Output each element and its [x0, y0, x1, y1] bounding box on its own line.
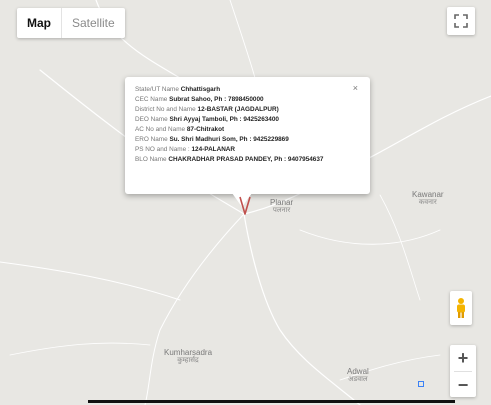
place-name: Planar	[270, 198, 294, 207]
info-label: PS NO and Name :	[135, 146, 192, 153]
info-row-state: State/UT Name Chhattisgarh	[135, 85, 362, 95]
road	[144, 213, 245, 405]
close-icon[interactable]: ×	[353, 83, 358, 93]
info-value: 12-BASTAR (JAGDALPUR)	[197, 106, 279, 113]
road	[9, 342, 151, 356]
info-row-ps: PS NO and Name : 124-PALANAR	[135, 145, 362, 155]
info-value: CHAKRADHAR PRASAD PANDEY, Ph : 940795463…	[168, 156, 324, 163]
footer-bar	[88, 400, 455, 403]
map-pin-icon[interactable]	[239, 196, 251, 216]
place-name-local: अडवाल	[348, 376, 368, 383]
map-canvas[interactable]: Map Satellite × State/UT Name Chhattisga…	[0, 0, 491, 405]
place-name-local: पलनार	[272, 207, 291, 214]
info-row-deo: DEO Name Shri Ayyaj Tamboli, Ph : 942526…	[135, 115, 362, 125]
place-label-adwal: Adwal अडवाल	[347, 368, 369, 384]
road	[299, 229, 441, 245]
fullscreen-button[interactable]	[447, 7, 475, 35]
fullscreen-icon	[454, 14, 468, 28]
street-view-button[interactable]	[450, 291, 472, 325]
road	[0, 261, 181, 301]
info-row-cec: CEC Name Subrat Sahoo, Ph : 7898450000	[135, 95, 362, 105]
info-row-ac: AC No and Name 87-Chitrakot	[135, 125, 362, 135]
info-row-ero: ERO Name Su. Shri Madhuri Som, Ph : 9425…	[135, 135, 362, 145]
zoom-control: + −	[450, 345, 476, 397]
info-label: CEC Name	[135, 96, 170, 103]
map-type-satellite-button[interactable]: Satellite	[61, 8, 125, 38]
info-label: District No and Name	[135, 106, 198, 113]
map-type-control: Map Satellite	[17, 8, 125, 38]
info-label: BLO Name	[135, 156, 169, 163]
info-label: AC No and Name	[135, 126, 187, 133]
info-label: State/UT Name	[135, 86, 181, 93]
map-type-map-button[interactable]: Map	[17, 8, 61, 38]
zoom-in-button[interactable]: +	[450, 345, 476, 371]
info-row-blo: BLO Name CHAKRADHAR PRASAD PANDEY, Ph : …	[135, 155, 362, 165]
info-value: 124-PALANAR	[191, 146, 236, 153]
info-window: × State/UT Name Chhattisgarh CEC Name Su…	[125, 77, 370, 194]
pegman-icon	[457, 298, 465, 318]
place-label-planar: Planar पलनार	[270, 199, 293, 215]
place-label-kawanar: Kawanar कवनार	[412, 191, 444, 207]
info-value: Su. Shri Madhuri Som, Ph : 9425229869	[169, 136, 289, 143]
place-label-kumharsadra: Kumharsadra कुम्हार्सद्र	[164, 349, 212, 365]
zoom-out-button[interactable]: −	[450, 372, 476, 398]
place-name-local: कवनार	[418, 199, 437, 206]
info-value: Shri Ayyaj Tamboli, Ph : 9425263400	[169, 116, 279, 123]
road	[229, 0, 256, 79]
place-name-local: कुम्हार्सद्र	[177, 357, 199, 364]
road	[379, 194, 421, 301]
place-name: Kumharsadra	[164, 348, 213, 357]
info-value: Chhattisgarh	[180, 86, 221, 93]
info-label: DEO Name	[135, 116, 170, 123]
info-value: 87-Chitrakot	[186, 126, 225, 133]
info-row-district: District No and Name 12-BASTAR (JAGDALPU…	[135, 105, 362, 115]
info-label: ERO Name	[135, 136, 170, 143]
road	[243, 213, 361, 405]
poi-marker[interactable]	[418, 381, 424, 387]
info-value: Subrat Sahoo, Ph : 7898450000	[169, 96, 264, 103]
place-name: Adwal	[347, 367, 369, 376]
place-name: Kawanar	[412, 190, 444, 199]
